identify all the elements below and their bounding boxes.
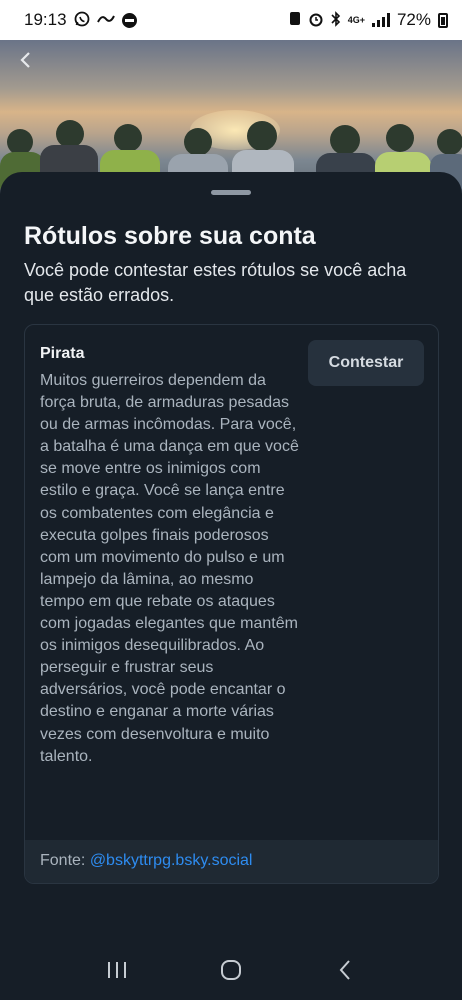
network-type-icon: 4G+ — [347, 15, 365, 25]
status-bar: 19:13 4G+ 72% — [0, 0, 462, 40]
battery-percent: 72% — [396, 10, 431, 29]
label-description: Muitos guerreiros dependem da força brut… — [40, 372, 299, 765]
do-not-disturb-icon — [121, 12, 137, 28]
source-prefix: Fonte: — [40, 852, 86, 869]
home-icon — [221, 960, 241, 980]
source-link[interactable]: @bskyttrpg.bsky.social — [90, 852, 253, 869]
sheet-description: Você pode contestar estes rótulos se voc… — [24, 260, 407, 305]
labels-sheet: Rótulos sobre sua conta Você pode contes… — [0, 172, 462, 1000]
back-nav-button[interactable] — [325, 950, 365, 990]
sheet-title: Rótulos sobre sua conta — [24, 222, 316, 250]
contest-button[interactable]: Contestar — [308, 340, 424, 386]
label-source-footer: Fonte: @bskyttrpg.bsky.social — [25, 840, 438, 883]
battery-icon — [438, 12, 448, 28]
sheet-grabber[interactable] — [211, 190, 251, 195]
whatsapp-icon — [74, 11, 90, 30]
status-right: 4G+ 72% — [289, 10, 448, 30]
sim-icon — [289, 11, 301, 29]
recent-apps-button[interactable] — [97, 950, 137, 990]
home-button[interactable] — [211, 950, 251, 990]
signal-icon — [371, 13, 390, 27]
system-nav-bar — [0, 940, 462, 1000]
label-name: Pirata — [40, 345, 85, 362]
bluetooth-icon — [331, 10, 341, 30]
chevron-left-icon — [20, 52, 30, 68]
label-card: Pirata Muitos guerreiros dependem da for… — [24, 324, 439, 884]
back-icon — [339, 960, 350, 980]
alarm-icon — [308, 11, 324, 30]
recent-apps-icon — [108, 962, 126, 978]
status-left: 19:13 — [24, 10, 137, 30]
back-button[interactable] — [14, 48, 38, 72]
app-notification-icon — [96, 12, 115, 29]
status-time: 19:13 — [24, 10, 67, 29]
